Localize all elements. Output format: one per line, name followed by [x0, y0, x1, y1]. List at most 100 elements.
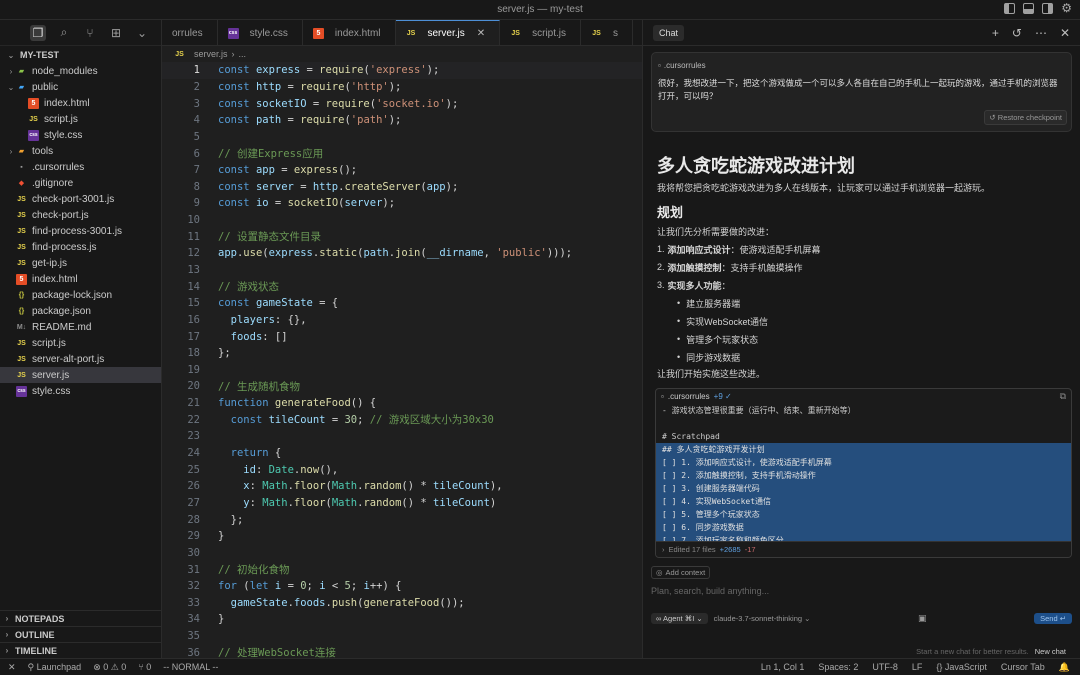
- file-tree-item[interactable]: 5 index.html: [0, 95, 161, 111]
- file-tree-item[interactable]: JS get-ip.js: [0, 255, 161, 271]
- launchpad-item[interactable]: ⚲ Launchpad: [28, 662, 82, 673]
- agent-mode-select[interactable]: ∞ Agent ⌘I ⌄: [651, 612, 708, 624]
- file-tree-item[interactable]: css style.css: [0, 127, 161, 143]
- file-tree-item[interactable]: JS find-process-3001.js: [0, 223, 161, 239]
- close-icon[interactable]: ✕: [1060, 26, 1070, 40]
- status-item[interactable]: Spaces: 2: [818, 662, 858, 673]
- file-tree-item[interactable]: M↓ README.md: [0, 319, 161, 335]
- file-tree-item[interactable]: ◆ .gitignore: [0, 175, 161, 191]
- file-tree-item[interactable]: JS find-process.js: [0, 239, 161, 255]
- editor-tab[interactable]: orrules: [162, 20, 218, 45]
- edit-block-header: ▫ .cursorrules +9 ✓ ⧉: [656, 389, 1071, 404]
- user-message[interactable]: ▫ .cursorrules 很好，我想改进一下，把这个游戏做成一个可以多人各自在…: [651, 52, 1072, 132]
- explorer-root[interactable]: ⌄ MY-TEST: [0, 47, 161, 63]
- file-tree-item[interactable]: ⌄ ▰ public: [0, 79, 161, 95]
- file-tree-item[interactable]: JS script.js: [0, 335, 161, 351]
- chevron-right-icon: ›: [9, 66, 13, 76]
- file-tree-item[interactable]: ▪ .cursorrules: [0, 159, 161, 175]
- lines-added: +2685: [719, 545, 741, 554]
- add-context-button[interactable]: ◎ Add context: [651, 566, 711, 579]
- editor-tab[interactable]: JS script.js: [500, 20, 582, 45]
- model-select[interactable]: claude-3.7-sonnet-thinking ⌄: [714, 614, 811, 623]
- file-tree-item[interactable]: JS check-port-3001.js: [0, 191, 161, 207]
- status-item[interactable]: 🔔: [1059, 662, 1070, 673]
- ports-indicator[interactable]: ⑂ 0: [138, 662, 151, 672]
- file-tree-label: node_modules: [32, 65, 98, 77]
- toggle-secondary-sidebar-icon[interactable]: [1042, 3, 1054, 14]
- editor-tab[interactable]: css style.css: [218, 20, 303, 45]
- breadcrumb-rest[interactable]: ...: [239, 49, 247, 59]
- extensions-icon[interactable]: ⊞: [108, 25, 124, 41]
- code-line: 30: [162, 545, 642, 562]
- line-number: 18: [187, 347, 200, 360]
- file-tree-item[interactable]: css style.css: [0, 383, 161, 399]
- file-tree-label: find-process-3001.js: [32, 225, 123, 237]
- history-icon[interactable]: ↺: [1012, 26, 1022, 40]
- status-right: Ln 1, Col 1 Spaces: 2 UTF-8 LF {} JavaScript…: [761, 662, 1080, 673]
- context-chip[interactable]: ▫ .cursorrules: [658, 61, 706, 70]
- status-item[interactable]: LF: [912, 662, 923, 673]
- chevron-right-icon: ›: [5, 646, 9, 655]
- file-tree-label: script.js: [32, 337, 66, 349]
- line-number: 34: [187, 613, 200, 626]
- file-tree-item[interactable]: {} package-lock.json: [0, 287, 161, 303]
- breadcrumb-file[interactable]: server.js: [194, 49, 228, 59]
- problems-indicator[interactable]: ⊗ 0 ⚠ 0: [93, 662, 126, 673]
- editor-tab[interactable]: JS server.js ✕: [395, 20, 501, 45]
- code-text: const socketIO = require('socket.io');: [218, 97, 459, 110]
- file-tree-label: server-alt-port.js: [32, 353, 105, 365]
- image-icon[interactable]: ▣: [918, 613, 927, 624]
- js-icon: JS: [17, 195, 26, 203]
- status-item[interactable]: {} JavaScript: [936, 662, 987, 673]
- chevron-down-icon[interactable]: ⌄: [134, 25, 150, 41]
- html-icon: 5: [312, 27, 324, 39]
- section-timeline[interactable]: › TIMELINE: [0, 642, 162, 658]
- file-tree-item[interactable]: JS check-port.js: [0, 207, 161, 223]
- new-chat-button[interactable]: New chat: [1035, 647, 1066, 656]
- status-item[interactable]: Ln 1, Col 1: [761, 662, 805, 673]
- remote-icon[interactable]: ✕: [8, 662, 16, 673]
- editor-tab[interactable]: 5 index.html: [303, 20, 396, 45]
- file-tree-item[interactable]: › ▰ tools: [0, 143, 161, 159]
- code-area[interactable]: 1 const express = require('express'); 2 con…: [162, 62, 642, 658]
- chat-tab[interactable]: Chat: [653, 24, 685, 41]
- edit-summary[interactable]: › Edited 17 files +2685 -17: [656, 541, 1071, 557]
- js-icon: JS: [406, 30, 416, 37]
- editor-tab[interactable]: JS s: [581, 20, 634, 45]
- section-outline[interactable]: › OUTLINE: [0, 626, 162, 642]
- code-text: // 设置静态文件目录: [218, 231, 321, 244]
- gear-icon[interactable]: ⚙: [1061, 2, 1072, 14]
- css-icon: css: [16, 385, 27, 397]
- send-button[interactable]: Send ↵: [1034, 612, 1072, 624]
- file-tree-item[interactable]: JS server.js: [0, 367, 161, 383]
- code-text: const http = require('http');: [218, 80, 402, 93]
- section-notepads[interactable]: › NOTEPADS: [0, 610, 162, 626]
- plus-icon[interactable]: +: [992, 26, 999, 40]
- file-edit-block[interactable]: ▫ .cursorrules +9 ✓ ⧉ - 游戏状态管理很重要（运行中、结束…: [655, 388, 1072, 558]
- toggle-panel-icon[interactable]: [1023, 3, 1035, 14]
- file-tree-label: package-lock.json: [32, 289, 113, 301]
- chat-input[interactable]: Plan, search, build anything...: [651, 586, 1072, 600]
- search-icon[interactable]: ⌕: [56, 25, 72, 41]
- edit-line: [ ] 3. 创建服务器端代码: [656, 482, 1071, 495]
- restore-checkpoint-button[interactable]: ↺ Restore checkpoint: [984, 110, 1067, 125]
- chevron-right-icon: ›: [9, 146, 13, 156]
- line-number: 3: [193, 97, 200, 110]
- file-tree-item[interactable]: › ▰ node_modules: [0, 63, 161, 79]
- file-tree-item[interactable]: 5 index.html: [0, 271, 161, 287]
- close-icon[interactable]: ✕: [477, 28, 485, 39]
- line-number: 1: [193, 64, 200, 77]
- toggle-sidebar-icon[interactable]: [1004, 3, 1016, 14]
- source-control-icon[interactable]: ⑂: [82, 25, 98, 41]
- file-tree-item[interactable]: JS script.js: [0, 111, 161, 127]
- file-tree-item[interactable]: JS server-alt-port.js: [0, 351, 161, 367]
- code-text: // 游戏状态: [218, 281, 279, 294]
- status-item[interactable]: Cursor Tab: [1001, 662, 1045, 673]
- file-tree-item[interactable]: {} package.json: [0, 303, 161, 319]
- explorer-icon[interactable]: ❐: [30, 24, 46, 41]
- more-icon[interactable]: ⋯: [1035, 26, 1047, 40]
- code-line: 27 y: Math.floor(Math.random() * tileCou…: [162, 495, 642, 512]
- status-item[interactable]: UTF-8: [872, 662, 898, 673]
- line-number: 33: [187, 596, 200, 609]
- copy-icon[interactable]: ⧉: [1060, 391, 1066, 402]
